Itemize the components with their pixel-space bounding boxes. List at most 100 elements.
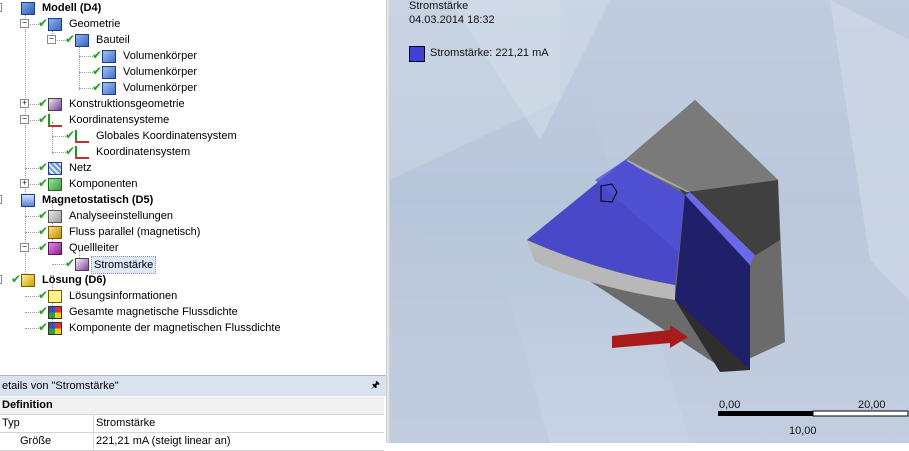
details-title-bar: etails von "Stromstärke" 🖈 <box>0 376 386 396</box>
solution-icon <box>21 274 35 287</box>
solution-information-icon <box>48 290 62 303</box>
result-icon <box>48 322 62 335</box>
tree-connector <box>25 296 39 297</box>
status-check-icon: ✔ <box>38 288 49 302</box>
tree-item[interactable]: − ✔ Koordinatensysteme <box>0 112 386 128</box>
status-check-icon: ✔ <box>65 128 76 142</box>
legend-swatch <box>409 46 425 62</box>
property-key: Typ <box>2 417 20 429</box>
pin-icon[interactable]: 🖈 <box>371 376 380 396</box>
tree-item[interactable]: ✔ Lösungsinformationen <box>0 288 386 304</box>
tree-connector <box>79 72 93 73</box>
result-icon <box>48 306 62 319</box>
property-value: 221,21 mA (steigt linear an) <box>96 435 231 447</box>
status-check-icon: ✔ <box>11 272 22 286</box>
solid-body-icon <box>102 82 116 95</box>
tree-item[interactable]: ✔ Volumenkörper <box>0 48 386 64</box>
tree-item[interactable]: ✔ Gesamte magnetische Flussdichte <box>0 304 386 320</box>
status-check-icon: ✔ <box>65 256 76 270</box>
tree-connector <box>25 232 39 233</box>
property-value: Stromstärke <box>96 417 156 429</box>
tree-connector <box>52 264 66 265</box>
tree-item[interactable]: ✔ Volumenkörper <box>0 64 386 80</box>
tree-connector <box>79 88 93 89</box>
tree-connector <box>25 312 39 313</box>
tree-item-label: Komponenten <box>69 178 138 190</box>
collapse-toggle[interactable]: − <box>20 115 29 124</box>
mesh-icon <box>48 162 62 175</box>
tree-item-label: Volumenkörper <box>123 50 197 62</box>
current-icon <box>75 258 89 271</box>
status-check-icon: ✔ <box>92 48 103 62</box>
coordinate-systems-icon <box>48 114 62 127</box>
tree-item[interactable]: − Magnetostatisch (D5) <box>0 192 386 208</box>
expand-toggle[interactable]: + <box>20 179 29 188</box>
details-row-groesse[interactable]: Größe 221,21 mA (steigt linear an) <box>0 433 384 451</box>
scale-tick-right: 20,00 <box>858 399 886 411</box>
status-check-icon: ✔ <box>38 160 49 174</box>
tree-item[interactable]: −✔ Lösung (D6) <box>0 272 386 288</box>
section-label: Definition <box>2 399 53 411</box>
tree-item-label: Lösung (D6) <box>42 274 107 286</box>
tree-item-label: Koordinatensysteme <box>69 114 170 126</box>
tree-item-label: Modell (D4) <box>42 2 102 14</box>
details-panel: etails von "Stromstärke" 🖈 Definition Ty… <box>0 375 386 451</box>
collapse-toggle[interactable]: − <box>47 35 56 44</box>
status-check-icon: ✔ <box>92 64 103 78</box>
tree-item-label: Volumenkörper <box>123 82 197 94</box>
tree-item[interactable]: ✔ Komponente der magnetischen Flussdichte <box>0 320 386 336</box>
collapse-toggle[interactable]: − <box>20 243 29 252</box>
status-check-icon: ✔ <box>38 320 49 334</box>
tree-item[interactable]: − ✔ Geometrie <box>0 16 386 32</box>
status-check-icon: ✔ <box>38 16 49 30</box>
project-tree[interactable]: −Modell (D4)−✔Geometrie−✔Bauteil✔Volumen… <box>0 0 386 370</box>
tree-connector <box>25 328 39 329</box>
tree-item[interactable]: − ✔ Quellleiter <box>0 240 386 256</box>
details-row-typ[interactable]: Typ Stromstärke <box>0 415 384 433</box>
model-graphics <box>390 0 909 443</box>
tree-connector <box>52 152 66 153</box>
tree-item[interactable]: ✔ Stromstärke <box>0 256 386 274</box>
status-check-icon: ✔ <box>38 208 49 222</box>
analysis-settings-icon <box>48 210 62 223</box>
tree-item[interactable]: ✔ Netz <box>0 160 386 176</box>
collapse-toggle[interactable]: − <box>20 19 29 28</box>
geometry-icon <box>48 18 62 31</box>
scale-tick-left: 0,00 <box>719 399 741 411</box>
tree-item-label: Lösungsinformationen <box>69 290 178 302</box>
tree-item-label: Globales Koordinatensystem <box>96 130 237 142</box>
tree-item-label: Bauteil <box>96 34 130 46</box>
viewport-timestamp: 04.03.2014 18:32 <box>409 14 495 26</box>
tree-item-label: Konstruktionsgeometrie <box>69 98 185 110</box>
tree-item-label: Geometrie <box>69 18 121 30</box>
status-check-icon: ✔ <box>65 32 76 46</box>
collapse-toggle[interactable]: − <box>0 3 2 12</box>
source-conductor-icon <box>48 242 62 255</box>
viewport-title: Stromstärke <box>409 0 469 12</box>
tree-item[interactable]: + ✔ Komponenten <box>0 176 386 192</box>
expand-toggle[interactable]: + <box>20 99 29 108</box>
property-key: Größe <box>20 435 52 447</box>
tree-item[interactable]: ✔ Globales Koordinatensystem <box>0 128 386 144</box>
tree-item-label: Volumenkörper <box>123 66 197 78</box>
solid-body-icon <box>102 66 116 79</box>
collapse-toggle[interactable]: − <box>0 195 2 204</box>
tree-item-label: Fluss parallel (magnetisch) <box>69 226 201 238</box>
tree-item[interactable]: ✔ Fluss parallel (magnetisch) <box>0 224 386 240</box>
status-check-icon: ✔ <box>65 144 76 158</box>
collapse-toggle[interactable]: − <box>0 275 2 284</box>
status-check-icon: ✔ <box>38 304 49 318</box>
status-check-icon: ✔ <box>38 176 49 190</box>
status-check-icon: ✔ <box>38 112 49 126</box>
tree-item[interactable]: ✔ Volumenkörper <box>0 80 386 96</box>
graphics-viewport[interactable]: Stromstärke 04.03.2014 18:32 Stromstärke… <box>390 0 909 443</box>
tree-item[interactable]: + ✔ Konstruktionsgeometrie <box>0 96 386 112</box>
tree-item[interactable]: ✔ Koordinatensystem <box>0 144 386 160</box>
tree-item[interactable]: − Modell (D4) <box>0 0 386 16</box>
details-title: etails von "Stromstärke" <box>2 380 119 392</box>
model-icon <box>21 2 35 15</box>
tree-item[interactable]: ✔ Analyseeinstellungen <box>0 208 386 224</box>
tree-item[interactable]: − ✔ Bauteil <box>0 32 386 48</box>
details-section-definition[interactable]: Definition <box>0 397 384 415</box>
tree-item-label: Komponente der magnetischen Flussdichte <box>69 322 281 334</box>
